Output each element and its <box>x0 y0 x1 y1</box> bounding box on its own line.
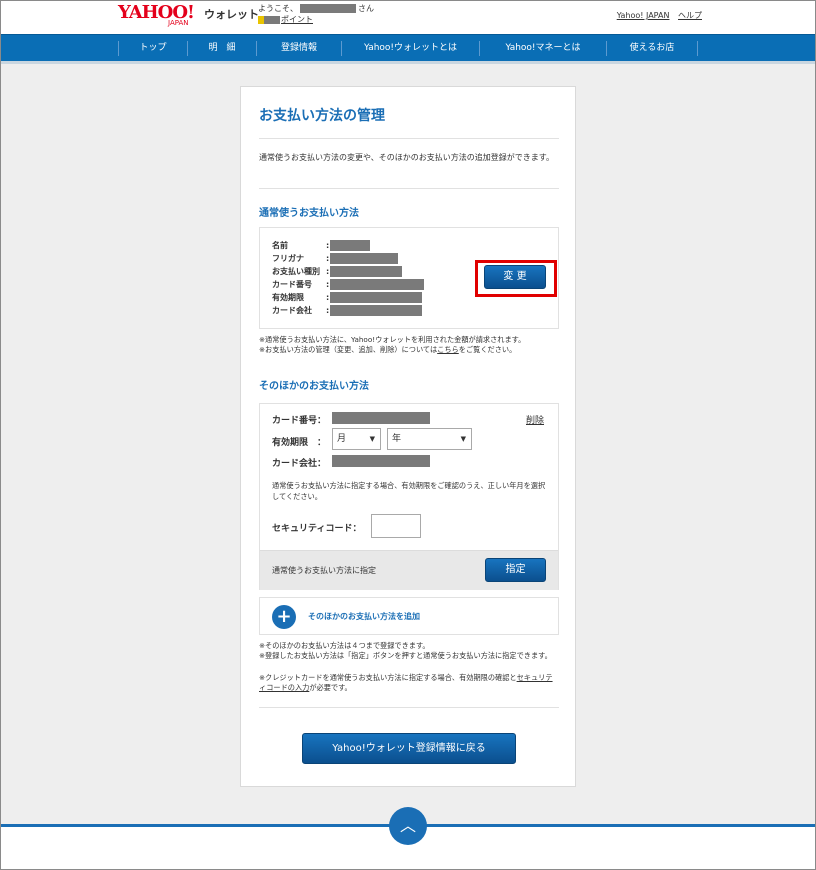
redacted-card-number <box>332 412 430 424</box>
redacted-points <box>264 15 280 24</box>
welcome-text: ようこそ、 さん <box>258 3 374 14</box>
colon: : <box>326 254 330 263</box>
colon: : <box>326 280 330 289</box>
colon: : <box>326 306 330 315</box>
nav-item-stores[interactable]: 使えるお店 <box>607 35 697 62</box>
default-method-note-1: ※通常使うお支払い方法に、Yahoo!ウォレットを利用された金額が請求されます。 <box>259 335 526 344</box>
field-label-expiry: 有効期限 <box>272 293 304 302</box>
main-panel: お支払い方法の管理 通常使うお支払い方法の変更や、そのほかのお支払い方法の追加登… <box>240 86 576 787</box>
card-number-label: カード番号： <box>272 416 327 426</box>
assign-row: 通常使うお支払い方法に指定 指定 <box>260 550 558 590</box>
redacted-value <box>330 240 370 251</box>
add-method-label[interactable]: そのほかのお支払い方法を追加 <box>308 611 420 622</box>
divider <box>259 138 559 139</box>
chevron-up-icon: ︿ <box>399 816 416 835</box>
nav-item-registration[interactable]: 登録情報 <box>257 35 341 62</box>
nav-item-about-money[interactable]: Yahoo!マネーとは <box>480 35 606 62</box>
here-link[interactable]: こちら <box>437 345 459 354</box>
nav-separator <box>697 41 698 56</box>
bottom-note-2: ※登録したお支払い方法は「指定」ボタンを押すと通常使うお支払い方法に指定できます… <box>259 651 552 660</box>
welcome-suffix: さん <box>358 4 374 13</box>
divider <box>259 188 559 189</box>
field-label-name: 名前 <box>272 241 288 250</box>
help-link[interactable]: ヘルプ <box>678 11 702 20</box>
default-method-heading: 通常使うお支払い方法 <box>259 208 359 219</box>
nav-item-top[interactable]: トップ <box>119 35 187 62</box>
other-method-card: カード番号： 削除 有効期限 ： 月 ▼ 年 ▼ カード会社： 通常使うお支払い方法… <box>259 403 559 590</box>
security-code-input[interactable] <box>371 514 421 538</box>
assign-button[interactable]: 指定 <box>485 558 546 582</box>
note-text: が必要です。 <box>309 683 352 692</box>
default-method-note-2: ※お支払い方法の管理（変更、追加、削除）についてはこちらをご覧ください。 <box>259 345 559 355</box>
back-to-top-button[interactable]: ︿ <box>389 807 427 845</box>
add-method-row[interactable]: + そのほかのお支払い方法を追加 <box>259 597 559 635</box>
redacted-username <box>300 4 356 13</box>
nav-item-history[interactable]: 明 細 <box>188 35 256 62</box>
divider <box>259 707 559 708</box>
bottom-note-3: ※クレジットカードを通常使うお支払い方法に指定する場合、有効期限の確認とセキュリ… <box>259 673 559 693</box>
other-methods-heading: そのほかのお支払い方法 <box>259 381 369 392</box>
expiry-label: 有効期限 ： <box>272 438 327 448</box>
redacted-value <box>330 253 398 264</box>
page-lead: 通常使うお支払い方法の変更や、そのほかのお支払い方法の追加登録ができます。 <box>259 153 554 162</box>
redacted-value <box>330 279 424 290</box>
chevron-down-icon: ▼ <box>460 435 466 443</box>
expiry-description: 通常使うお支払い方法に指定する場合、有効期限をご確認のうえ、正しい年月を選択して… <box>272 481 546 501</box>
security-code-label: セキュリティコード： <box>272 524 362 534</box>
colon: : <box>326 241 330 250</box>
field-label-payment-type: お支払い種別 <box>272 267 320 276</box>
redacted-value <box>330 266 402 277</box>
yahoo-japan-link[interactable]: Yahoo! JAPAN <box>617 11 670 20</box>
year-value: 年 <box>392 434 402 444</box>
header: YAHOO! JAPAN ウォレット ようこそ、 さん ポイント Yahoo! J… <box>0 0 816 34</box>
page-title: お支払い方法の管理 <box>259 108 385 124</box>
chevron-down-icon: ▼ <box>369 435 375 443</box>
assign-text: 通常使うお支払い方法に指定 <box>272 566 376 575</box>
points-line: ポイント <box>258 14 313 25</box>
points-link[interactable]: ポイント <box>281 15 313 24</box>
back-to-registration-button[interactable]: Yahoo!ウォレット登録情報に戻る <box>302 733 516 764</box>
redacted-card-company <box>332 455 430 467</box>
field-label-furigana: フリガナ <box>272 254 304 263</box>
month-select[interactable]: 月 ▼ <box>332 428 381 450</box>
card-company-label: カード会社： <box>272 459 327 469</box>
field-label-card-company: カード会社 <box>272 306 312 315</box>
month-value: 月 <box>337 434 347 444</box>
note-text: ※お支払い方法の管理（変更、追加、削除）については <box>259 345 438 354</box>
field-label-card-number: カード番号 <box>272 280 312 289</box>
yahoo-logo-japan: JAPAN <box>168 19 189 27</box>
note-text: をご覧ください。 <box>458 345 517 354</box>
delete-link[interactable]: 削除 <box>526 413 544 426</box>
change-button[interactable]: 変 更 <box>484 265 546 289</box>
nav-item-about-wallet[interactable]: Yahoo!ウォレットとは <box>342 35 479 62</box>
note-text: ※クレジットカードを通常使うお支払い方法に指定する場合、有効期限の確認と <box>259 673 517 682</box>
header-links: Yahoo! JAPAN ヘルプ <box>611 10 702 21</box>
colon: : <box>326 267 330 276</box>
plus-icon[interactable]: + <box>272 605 296 629</box>
service-name: ウォレット <box>204 8 259 21</box>
redacted-value <box>330 305 422 316</box>
global-nav: トップ 明 細 登録情報 Yahoo!ウォレットとは Yahoo!マネーとは 使… <box>0 34 816 64</box>
bottom-note-1: ※そのほかのお支払い方法は４つまで登録できます。 <box>259 641 430 650</box>
welcome-prefix: ようこそ、 <box>258 4 298 13</box>
year-select[interactable]: 年 ▼ <box>387 428 472 450</box>
redacted-value <box>330 292 422 303</box>
colon: : <box>326 293 330 302</box>
